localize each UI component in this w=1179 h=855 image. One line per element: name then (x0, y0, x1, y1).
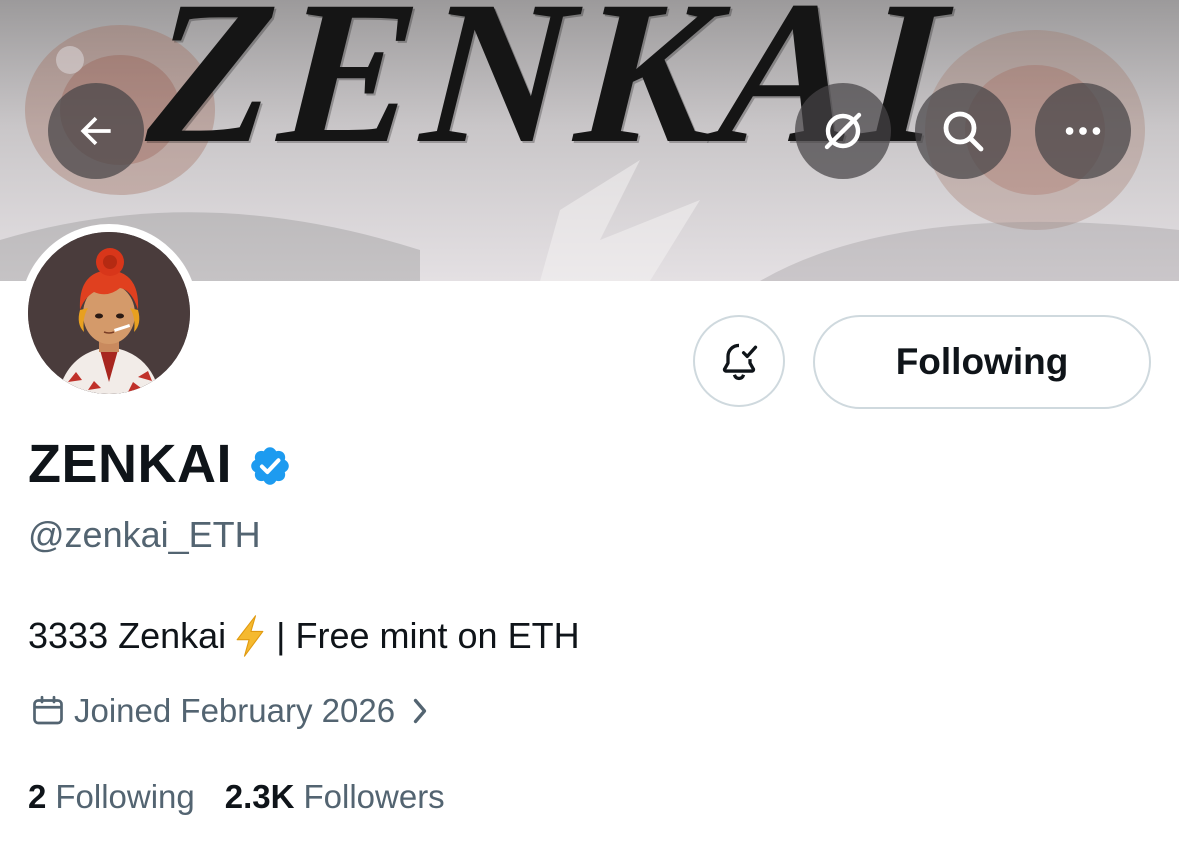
grok-button[interactable] (795, 83, 891, 179)
bell-check-icon (722, 343, 758, 381)
joined-date-text: Joined February 2026 (74, 692, 396, 729)
more-horizontal-icon (1065, 127, 1101, 135)
avatar-illustration (28, 232, 190, 394)
joined-date-row[interactable]: Joined February 2026 (30, 689, 431, 733)
following-stat-link[interactable]: 2 Following (28, 778, 195, 816)
search-button[interactable] (915, 83, 1011, 179)
profile-banner[interactable]: ZENKAI (0, 0, 1179, 281)
profile-bio: 3333 Zenkai | Free mint on ETH (28, 614, 580, 658)
chevron-right-icon (413, 698, 427, 724)
following-count: 2 (28, 778, 47, 815)
bio-text-suffix: | Free mint on ETH (276, 615, 580, 656)
search-icon (943, 111, 984, 152)
bio-text-prefix: 3333 Zenkai (28, 615, 227, 656)
more-options-button[interactable] (1035, 83, 1131, 179)
followers-label: Followers (303, 778, 445, 815)
following-button[interactable]: Following (813, 315, 1151, 409)
notifications-button[interactable] (693, 315, 785, 407)
username-handle: @zenkai_ETH (28, 514, 261, 555)
back-button[interactable] (48, 83, 144, 179)
avatar[interactable] (28, 232, 190, 394)
display-name: ZENKAI (28, 434, 232, 494)
grok-icon (824, 112, 862, 150)
followers-count: 2.3K (224, 778, 295, 815)
calendar-icon (33, 695, 63, 725)
verified-badge-icon[interactable] (248, 444, 292, 488)
follow-stats: 2 Following 2.3K Followers (28, 778, 445, 816)
followers-stat-link[interactable]: 2.3K Followers (225, 778, 445, 816)
profile-page: ZENKAI Following ZENKAI @zenkai_ETH 3333… (0, 0, 1179, 855)
lightning-bolt-emoji (236, 615, 264, 657)
arrow-left-icon (80, 116, 111, 146)
display-name-row: ZENKAI (28, 432, 292, 496)
following-label: Following (55, 778, 195, 815)
